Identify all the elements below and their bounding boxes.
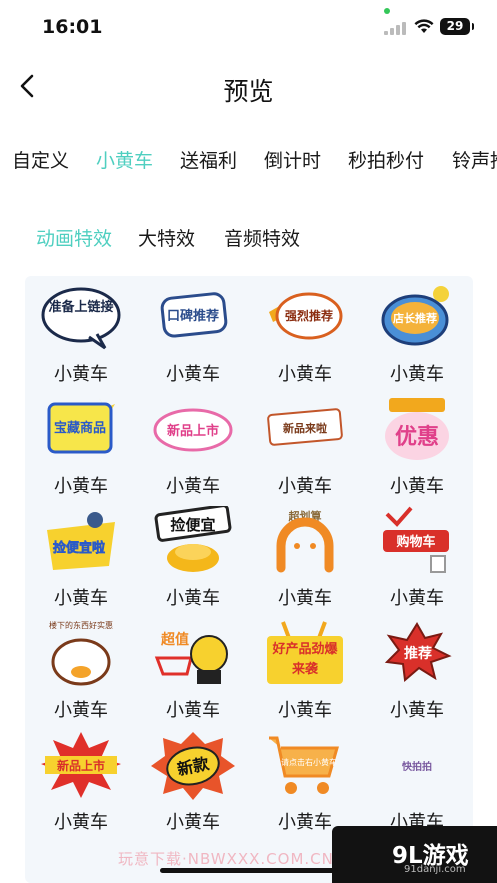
- sticker-grid: 准备上链接 小黄车 口碑推荐 小黄车 强烈推荐 小黄车 店长推荐 小黄车 宝藏商…: [25, 276, 473, 883]
- sticker-image: 店长推荐: [381, 286, 449, 346]
- sticker-text: 快拍拍: [401, 760, 432, 773]
- tab-ringtone[interactable]: 铃声推: [452, 146, 497, 173]
- tab-large-effects[interactable]: 大特效: [138, 224, 195, 251]
- sticker-text: 宝藏商品: [54, 420, 106, 436]
- tab-countdown[interactable]: 倒计时: [264, 146, 321, 173]
- signal-icon: [384, 21, 406, 35]
- battery-icon: 29: [440, 18, 474, 35]
- sticker-label: 小黄车: [390, 476, 444, 497]
- sticker-text: 购物车: [396, 534, 435, 550]
- sticker-image: 楼下的东西好实惠: [49, 620, 113, 686]
- sticker-image: 宝藏商品: [47, 398, 115, 454]
- sticker-image: 新品上市: [153, 408, 233, 452]
- sticker-text: 楼下的东西好实惠: [49, 620, 113, 630]
- sticker-text: 店长推荐: [393, 311, 437, 325]
- sticker-label: 小黄车: [278, 364, 332, 385]
- sticker-text: 新品上市: [57, 758, 105, 773]
- sticker-text: 超值: [160, 631, 189, 648]
- nav-bar: 预览: [0, 60, 497, 114]
- sticker-label: 小黄车: [54, 812, 108, 833]
- sticker-image: 新品上市: [41, 732, 121, 798]
- sticker-text: 新品来啦: [283, 421, 327, 435]
- sticker-label: 小黄车: [390, 700, 444, 721]
- sticker-image: 推荐: [384, 622, 452, 682]
- sticker-item[interactable]: 优惠 小黄车: [361, 388, 473, 500]
- sticker-image: 快拍拍: [401, 760, 432, 773]
- wifi-icon: [414, 19, 434, 33]
- sticker-label: 小黄车: [54, 700, 108, 721]
- sticker-label: 小黄车: [278, 588, 332, 609]
- sticker-label: 小黄车: [278, 476, 332, 497]
- sticker-text: 新品上市: [167, 423, 219, 439]
- sticker-image: 准备上链接: [41, 287, 121, 350]
- sticker-label: 小黄车: [166, 364, 220, 385]
- tab-audio-effects[interactable]: 音频特效: [224, 224, 300, 251]
- sticker-item[interactable]: 口碑推荐 小黄车: [137, 276, 249, 388]
- tab-animated-effects[interactable]: 动画特效: [36, 224, 112, 251]
- status-bar: 16:01 29: [0, 0, 497, 56]
- sticker-text: 捡便宜啦: [53, 540, 105, 556]
- sticker-item[interactable]: 捡便宜啦 小黄车: [25, 500, 137, 612]
- sticker-item[interactable]: 店长推荐 小黄车: [361, 276, 473, 388]
- sticker-text: 强烈推荐: [285, 308, 333, 323]
- sticker-item[interactable]: 请点击右小黄车 小黄车: [249, 724, 361, 836]
- sticker-item[interactable]: 强烈推荐 小黄车: [249, 276, 361, 388]
- category-tabs: 自定义 小黄车 送福利 倒计时 秒拍秒付 铃声推: [0, 142, 497, 178]
- sticker-label: 小黄车: [390, 364, 444, 385]
- sticker-text: 优惠: [395, 424, 439, 450]
- sticker-text: 准备上链接: [48, 299, 113, 315]
- site-url-text: 91danji.com: [404, 864, 466, 875]
- sticker-label: 小黄车: [166, 476, 220, 497]
- tab-instant-pay[interactable]: 秒拍秒付: [348, 146, 424, 173]
- sticker-item[interactable]: 快拍拍 小黄车: [361, 724, 473, 836]
- sticker-label: 小黄车: [54, 588, 108, 609]
- sticker-item[interactable]: 推荐 小黄车: [361, 612, 473, 724]
- sticker-item[interactable]: 新品上市 小黄车: [25, 724, 137, 836]
- sticker-text: 推荐: [404, 645, 432, 662]
- sticker-image: 超值: [154, 631, 228, 684]
- sticker-image: 捡便宜: [154, 506, 232, 572]
- sticker-item[interactable]: 新品上市 小黄车: [137, 388, 249, 500]
- watermark-text: 玩意下载·NBWXXX.COM.CN: [118, 850, 334, 868]
- sticker-label: 小黄车: [54, 364, 108, 385]
- camera-indicator-dot: [384, 8, 390, 14]
- sticker-item[interactable]: 购物车 小黄车: [361, 500, 473, 612]
- sticker-label: 小黄车: [278, 700, 332, 721]
- home-indicator[interactable]: [160, 868, 338, 873]
- sticker-item[interactable]: 新品来啦 小黄车: [249, 388, 361, 500]
- sticker-label: 小黄车: [166, 588, 220, 609]
- sticker-text: 捡便宜: [170, 516, 215, 534]
- sticker-image: 口碑推荐: [160, 292, 228, 338]
- tab-yellow-cart[interactable]: 小黄车: [96, 146, 153, 173]
- sticker-text: 口碑推荐: [167, 308, 219, 324]
- sticker-image: 新品来啦: [267, 408, 343, 446]
- sticker-image: 超划算: [276, 509, 334, 573]
- sticker-item[interactable]: 准备上链接 小黄车: [25, 276, 137, 388]
- sticker-image: 请点击右小黄车: [269, 736, 339, 794]
- effect-type-tabs: 动画特效 大特效 音频特效: [0, 222, 497, 254]
- sticker-item[interactable]: 宝藏商品 小黄车: [25, 388, 137, 500]
- sticker-label: 小黄车: [166, 700, 220, 721]
- sticker-item[interactable]: 好产品劲爆来袭 小黄车: [249, 612, 361, 724]
- sticker-item[interactable]: 超值 小黄车: [137, 612, 249, 724]
- sticker-image: 强烈推荐: [269, 292, 343, 340]
- sticker-item[interactable]: 捡便宜 小黄车: [137, 500, 249, 612]
- sticker-item[interactable]: 超划算 小黄车: [249, 500, 361, 612]
- sticker-image: 捡便宜啦: [47, 512, 115, 570]
- sticker-text: 请点击右小黄车: [281, 757, 337, 767]
- status-time: 16:01: [42, 16, 103, 38]
- sticker-image: 好产品劲爆来袭: [267, 621, 343, 684]
- sticker-label: 小黄车: [390, 588, 444, 609]
- sticker-image: 新款: [151, 732, 235, 800]
- sticker-label: 小黄车: [54, 476, 108, 497]
- sticker-item[interactable]: 新款 小黄车: [137, 724, 249, 836]
- sticker-label: 小黄车: [166, 812, 220, 833]
- sticker-image: 优惠: [385, 398, 449, 460]
- tab-benefits[interactable]: 送福利: [180, 146, 237, 173]
- sticker-image: 购物车: [383, 506, 449, 573]
- tab-custom[interactable]: 自定义: [12, 146, 69, 173]
- sticker-text: 好产品劲爆来袭: [272, 642, 338, 677]
- sticker-item[interactable]: 楼下的东西好实惠 小黄车: [25, 612, 137, 724]
- page-title: 预览: [223, 77, 274, 106]
